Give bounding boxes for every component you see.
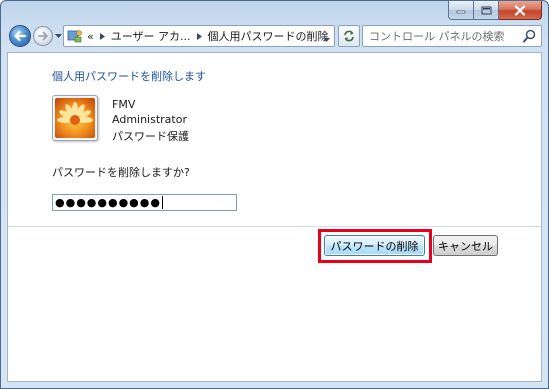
user-avatar bbox=[52, 95, 98, 141]
maximize-button[interactable] bbox=[474, 1, 499, 20]
close-button[interactable] bbox=[499, 1, 542, 20]
recent-pages-dropdown[interactable] bbox=[54, 29, 63, 43]
chevron-down-icon bbox=[55, 34, 62, 38]
password-field[interactable]: ●●●●●●●●●● bbox=[52, 194, 237, 211]
close-icon bbox=[514, 4, 526, 16]
address-bar[interactable]: « ユーザー アカ... 個人用パスワードの削除 bbox=[63, 25, 335, 47]
breadcrumb-overflow[interactable]: « bbox=[87, 30, 94, 43]
content-pane: 個人用パスワードを削除します FMV Administrator パスワード保護… bbox=[7, 52, 542, 382]
address-dropdown[interactable] bbox=[323, 32, 330, 45]
confirm-question: パスワードを削除しますか? bbox=[52, 166, 190, 179]
search-box[interactable] bbox=[362, 25, 542, 47]
forward-button[interactable] bbox=[33, 26, 53, 46]
flower-avatar-icon bbox=[55, 98, 95, 138]
chevron-down-icon bbox=[323, 38, 330, 42]
search-input[interactable] bbox=[363, 27, 523, 45]
remove-password-button[interactable]: パスワードの削除 bbox=[324, 235, 425, 256]
cancel-button[interactable]: キャンセル bbox=[433, 235, 498, 256]
navigation-bar: « ユーザー アカ... 個人用パスワードの削除 bbox=[7, 23, 542, 49]
chevron-right-icon[interactable] bbox=[196, 32, 202, 40]
refresh-button[interactable] bbox=[338, 25, 360, 47]
search-icon[interactable] bbox=[523, 29, 536, 46]
control-panel-icon bbox=[66, 27, 84, 45]
maximize-icon bbox=[481, 6, 491, 14]
back-button[interactable] bbox=[9, 25, 31, 47]
minimize-button[interactable] bbox=[448, 1, 474, 20]
divider bbox=[8, 226, 541, 227]
user-password-status: パスワード保護 bbox=[112, 130, 189, 143]
arrow-right-icon bbox=[38, 31, 48, 41]
password-value: ●●●●●●●●●● bbox=[55, 196, 161, 209]
chevron-right-icon[interactable] bbox=[99, 32, 105, 40]
refresh-icon bbox=[344, 30, 354, 42]
caption-buttons bbox=[448, 1, 542, 20]
breadcrumb-user-accounts[interactable]: ユーザー アカ... bbox=[111, 28, 191, 44]
arrow-left-icon bbox=[14, 30, 27, 42]
text-caret bbox=[161, 196, 163, 209]
user-name: FMV bbox=[112, 98, 136, 111]
window: « ユーザー アカ... 個人用パスワードの削除 コントロール パネルの検索 個… bbox=[0, 0, 549, 389]
page-title: 個人用パスワードを削除します bbox=[52, 70, 206, 83]
breadcrumb-remove-password[interactable]: 個人用パスワードの削除 bbox=[208, 28, 329, 44]
user-role: Administrator bbox=[112, 113, 187, 126]
minimize-icon bbox=[456, 10, 466, 14]
